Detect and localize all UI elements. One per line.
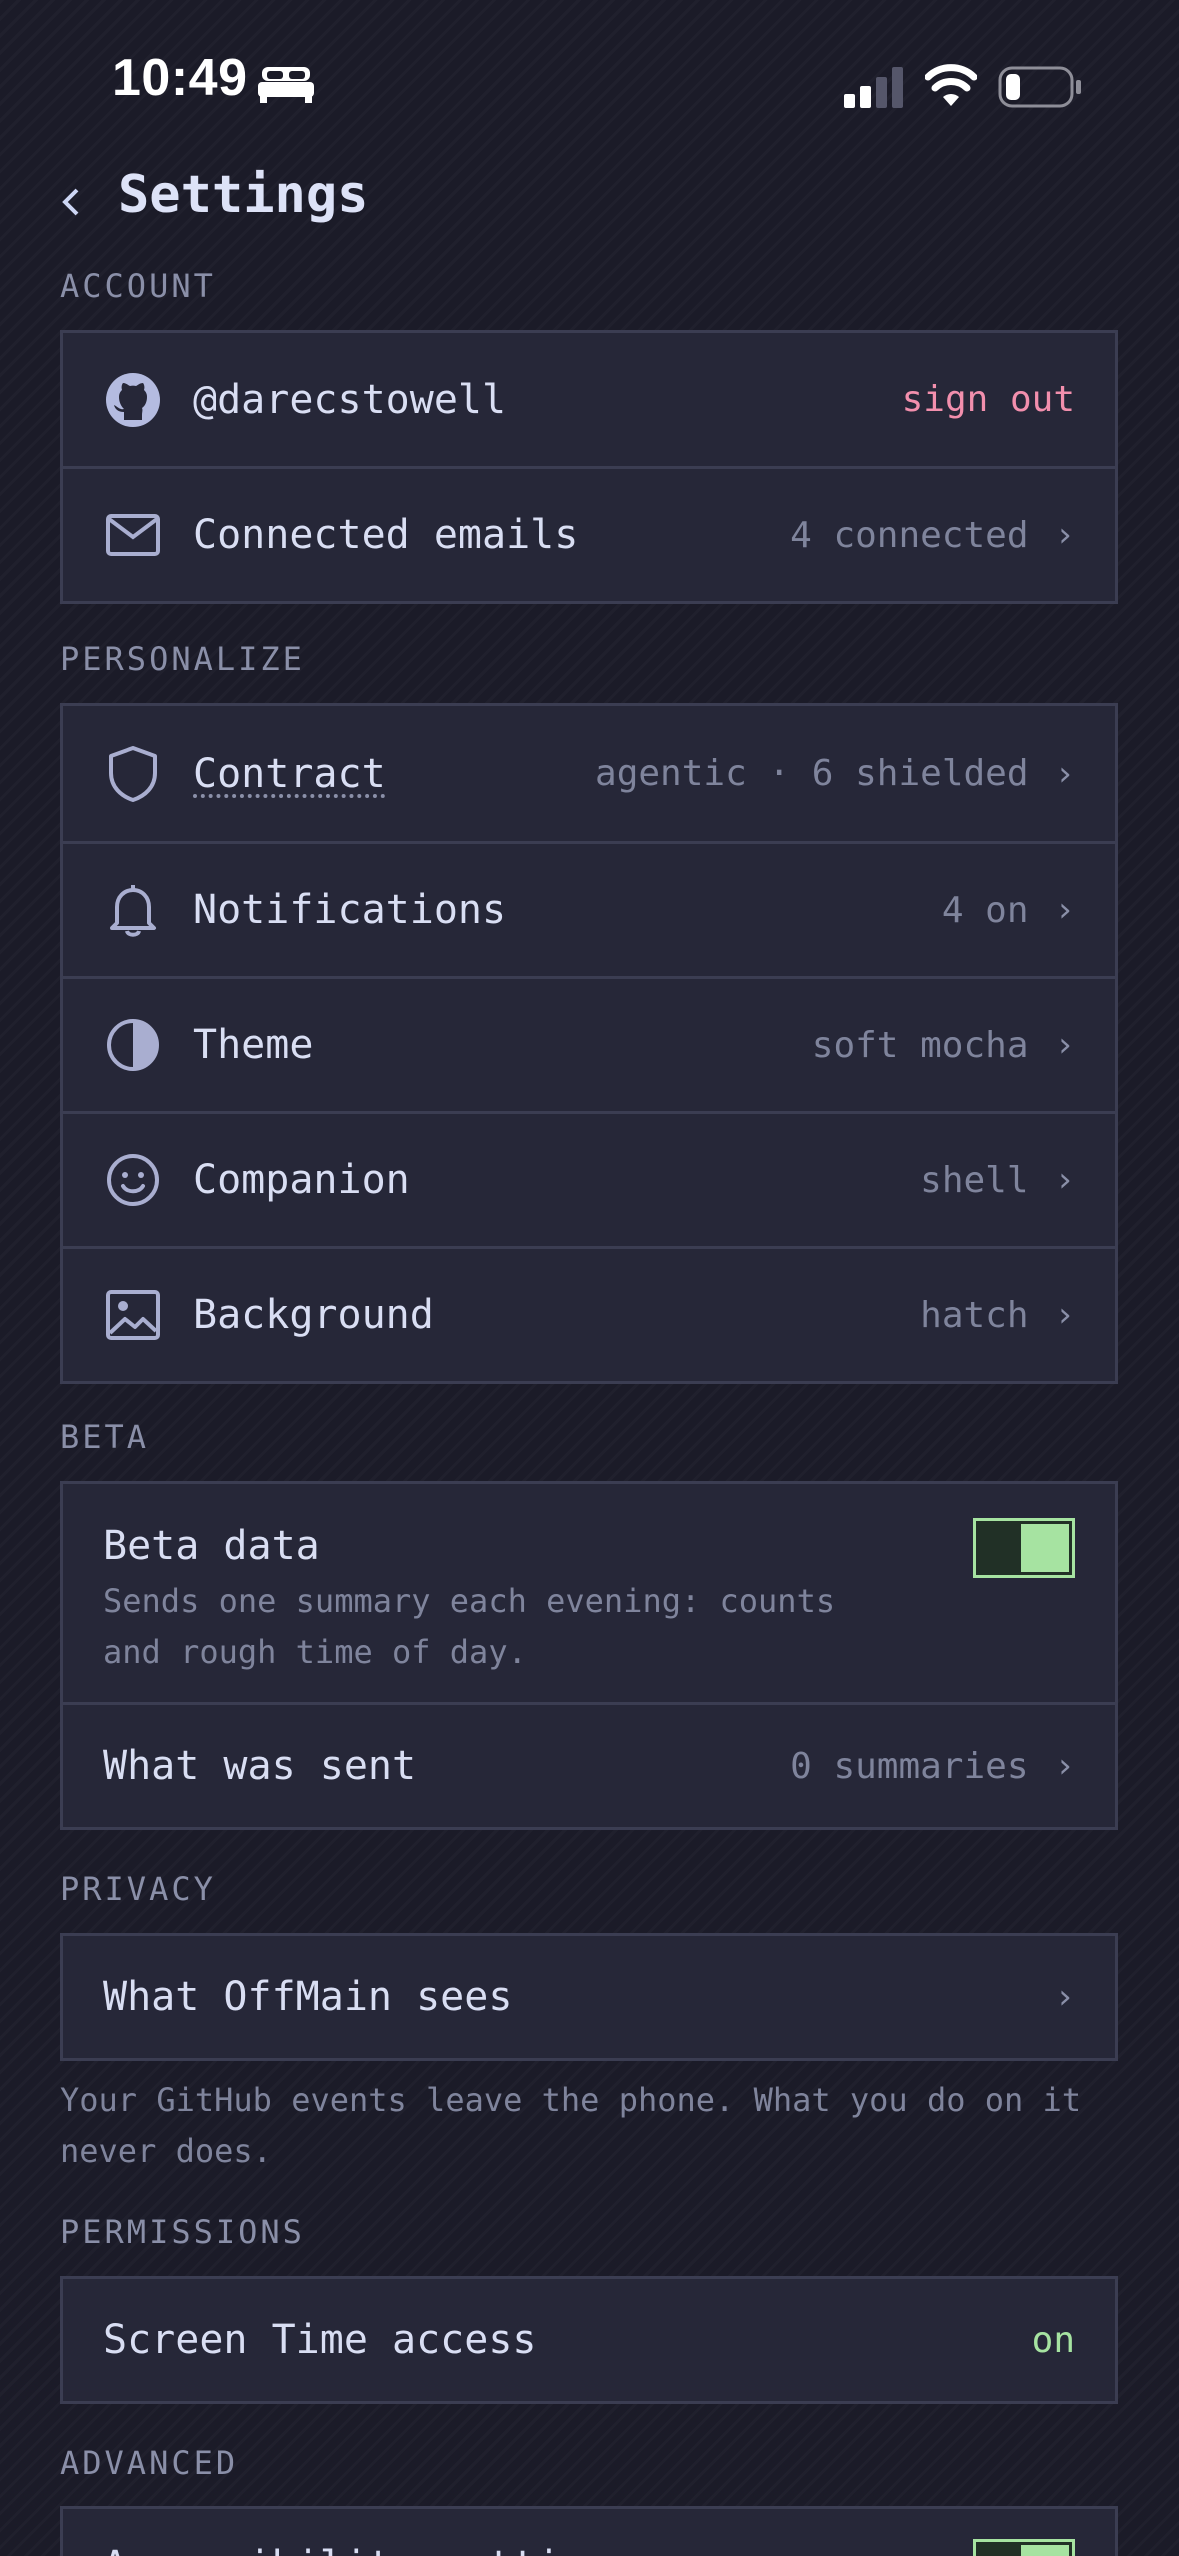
github-icon xyxy=(103,370,163,430)
theme-row[interactable]: Theme soft mocha › xyxy=(63,976,1115,1111)
section-label-account: ACCOUNT xyxy=(60,267,216,305)
connected-emails-row[interactable]: Connected emails 4 connected › xyxy=(63,466,1115,601)
contract-row[interactable]: Contract agentic · 6 shielded › xyxy=(63,706,1115,841)
status-time: 10:49 xyxy=(112,49,248,107)
privacy-card: What OffMain sees › xyxy=(60,1933,1118,2061)
companion-label: Companion xyxy=(193,1157,410,1203)
page-title: Settings xyxy=(118,165,369,225)
what-was-sent-label: What was sent xyxy=(103,1743,417,1789)
connected-emails-label: Connected emails xyxy=(193,512,579,558)
section-label-permissions: PERMISSIONS xyxy=(60,2213,305,2251)
contract-label: Contract xyxy=(193,750,386,797)
personalize-card: Contract agentic · 6 shielded › Notifica… xyxy=(60,703,1118,1384)
shield-icon xyxy=(103,744,163,804)
chevron-left-icon xyxy=(62,188,79,216)
beta-data-description: Sends one summary each evening: counts a… xyxy=(103,1582,836,1671)
chevron-right-icon: › xyxy=(1054,1295,1075,1335)
status-bar: 10:49 xyxy=(0,0,1179,170)
advanced-card: Accessibility settings xyxy=(60,2506,1118,2556)
section-label-beta: BETA xyxy=(60,1418,150,1456)
companion-row[interactable]: Companion shell › xyxy=(63,1111,1115,1246)
theme-label: Theme xyxy=(193,1022,314,1068)
what-offmain-sees-row[interactable]: What OffMain sees › xyxy=(63,1936,1115,2058)
github-account-row: @darecstowell sign out xyxy=(63,333,1115,466)
mail-icon xyxy=(103,505,163,565)
chevron-right-icon: › xyxy=(1054,1977,1075,2017)
what-was-sent-row[interactable]: What was sent 0 summaries › xyxy=(63,1702,1115,1827)
notifications-row[interactable]: Notifications 4 on › xyxy=(63,841,1115,976)
sign-out-button[interactable]: sign out xyxy=(902,379,1075,420)
advanced-item-label: Accessibility settings xyxy=(103,2543,633,2556)
screen-time-value: on xyxy=(1031,2319,1075,2361)
beta-card: Beta data Sends one summary each evening… xyxy=(60,1481,1118,1830)
smiley-icon xyxy=(103,1150,163,1210)
cellular-signal-icon xyxy=(844,67,903,108)
toggle-knob xyxy=(1021,2545,1069,2556)
contract-value: agentic · 6 shielded xyxy=(595,753,1029,794)
screen-time-label: Screen Time access xyxy=(103,2317,537,2363)
bell-icon xyxy=(103,880,163,940)
toggle-knob xyxy=(1021,1524,1069,1572)
account-card: @darecstowell sign out Connected emails … xyxy=(60,330,1118,604)
theme-value: soft mocha xyxy=(811,1024,1029,1066)
section-label-privacy: PRIVACY xyxy=(60,1870,216,1908)
what-was-sent-value: 0 summaries xyxy=(790,1745,1029,1787)
chevron-right-icon: › xyxy=(1054,753,1075,794)
chevron-right-icon: › xyxy=(1054,890,1075,930)
sleep-focus-icon xyxy=(258,67,314,103)
advanced-row[interactable]: Accessibility settings xyxy=(63,2509,1115,2556)
connected-emails-value: 4 connected xyxy=(790,514,1029,556)
battery-icon xyxy=(998,66,1081,108)
advanced-toggle[interactable] xyxy=(973,2539,1075,2556)
beta-data-toggle[interactable] xyxy=(973,1518,1075,1578)
back-button[interactable] xyxy=(60,175,94,229)
background-row[interactable]: Background hatch › xyxy=(63,1246,1115,1381)
companion-value: shell xyxy=(920,1159,1029,1201)
section-label-advanced: ADVANCED xyxy=(60,2444,239,2482)
background-value: hatch xyxy=(920,1294,1029,1336)
chevron-right-icon: › xyxy=(1054,1160,1075,1200)
chevron-right-icon: › xyxy=(1054,1746,1075,1786)
notifications-value: 4 on xyxy=(941,889,1029,931)
wifi-icon xyxy=(925,64,977,106)
section-label-personalize: PERSONALIZE xyxy=(60,640,305,678)
background-label: Background xyxy=(193,1292,434,1338)
what-offmain-sees-label: What OffMain sees xyxy=(103,1974,513,2020)
permissions-card: Screen Time access on xyxy=(60,2276,1118,2404)
chevron-right-icon: › xyxy=(1054,1025,1075,1065)
github-username: @darecstowell xyxy=(193,376,507,423)
screen-time-row[interactable]: Screen Time access on xyxy=(63,2279,1115,2401)
beta-data-label: Beta data xyxy=(103,1523,320,1569)
notifications-label: Notifications xyxy=(193,887,507,933)
contrast-icon xyxy=(103,1015,163,1075)
chevron-right-icon: › xyxy=(1054,515,1075,555)
privacy-footnote: Your GitHub events leave the phone. What… xyxy=(60,2081,1082,2170)
image-icon xyxy=(103,1285,163,1345)
beta-data-row: Beta data Sends one summary each evening… xyxy=(63,1484,1115,1702)
